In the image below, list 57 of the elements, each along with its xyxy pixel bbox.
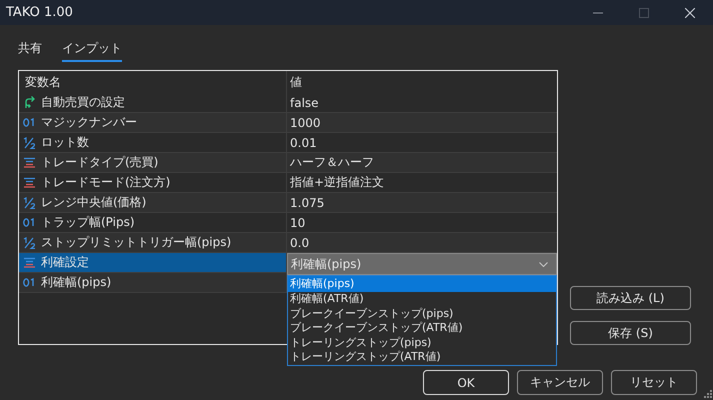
property-name: トレードタイプ(売買) [41,154,158,171]
property-value[interactable]: false [290,96,319,110]
dropdown-option[interactable]: トレーリングストップ(ATR値) [288,350,556,364]
column-header: 値 [289,74,303,90]
property-name-cell[interactable]: 利確設定 [19,253,287,272]
integer-icon [23,118,36,127]
tab[interactable]: 共有 [18,36,42,62]
chevron-down-icon [539,262,548,266]
dialog-button[interactable]: リセット [611,370,697,395]
property-name: トレードモード(注文方) [41,174,170,191]
integer-icon [23,218,36,227]
property-name: 利確幅(pips) [41,274,112,291]
property-name: ロット数 [41,134,89,151]
list-icon [23,157,36,168]
resize-grip-icon[interactable] [704,390,712,398]
dropdown-option[interactable]: 利確幅(ATR値) [288,292,556,306]
property-value[interactable]: 指値+逆指値注文 [290,174,384,191]
fraction-icon [23,136,36,148]
property-value[interactable]: 1.075 [290,196,324,210]
value-dropdown[interactable]: 利確幅(pips) [287,253,557,275]
property-name-cell[interactable]: トレードタイプ(売買) [19,153,287,172]
fraction-icon [23,196,36,208]
tab[interactable]: インプット [62,36,122,62]
dialog-button[interactable]: キャンセル [517,370,603,395]
property-name-cell[interactable]: レンジ中央値(価格) [19,193,287,212]
property-name: トラップ幅(Pips) [41,214,135,231]
side-button[interactable]: 読み込み (L) [570,286,691,310]
property-name: レンジ中央値(価格) [41,194,146,211]
property-name-cell[interactable]: トラップ幅(Pips) [19,213,287,232]
property-name-cell[interactable]: ストップリミットトリガー幅(pips) [19,233,287,252]
dropdown-option[interactable]: ブレークイーブンストップ(pips) [288,306,556,321]
property-value[interactable]: 1000 [290,116,321,130]
list-icon [23,177,36,188]
branch-arrow-icon [23,96,36,109]
dialog-button[interactable]: OK [423,370,509,395]
property-name-cell[interactable]: トレードモード(注文方) [19,173,287,192]
dropdown-option[interactable]: 利確幅(pips) [288,276,556,292]
fraction-icon [23,236,36,248]
property-value[interactable]: 0.0 [290,236,310,250]
property-value[interactable]: ハーフ＆ハーフ [290,154,374,171]
dropdown-option[interactable]: ブレークイーブンストップ(ATR値) [288,321,556,336]
property-name: ストップリミットトリガー幅(pips) [41,234,232,251]
integer-icon [23,278,36,287]
close-icon[interactable] [685,8,695,18]
dropdown-option[interactable]: トレーリングストップ(pips) [288,336,556,350]
property-name: 自動売買の設定 [41,94,125,111]
property-name-cell[interactable]: 自動売買の設定 [19,93,287,112]
property-name-cell[interactable]: マジックナンバー [19,113,287,132]
property-name: マジックナンバー [41,114,137,131]
property-name-cell[interactable]: ロット数 [19,133,287,152]
property-name: 利確設定 [41,254,89,271]
side-button[interactable]: 保存 (S) [570,321,691,345]
property-value[interactable]: 10 [290,216,306,230]
window-title: TAKO 1.00 [6,5,73,20]
property-name-cell[interactable]: 利確幅(pips) [19,273,287,292]
property-value[interactable]: 0.01 [290,136,317,150]
list-icon [23,257,36,268]
